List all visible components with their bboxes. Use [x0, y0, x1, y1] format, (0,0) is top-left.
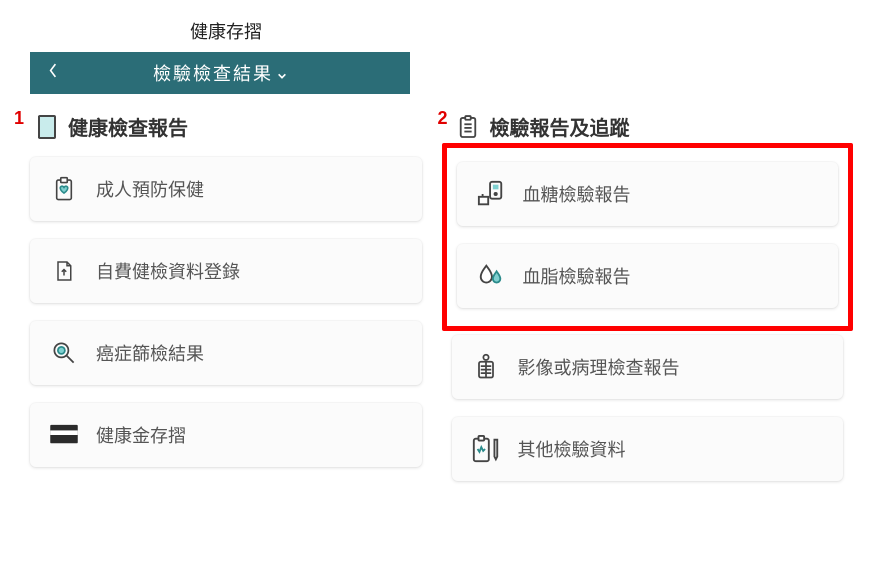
card-adult-preventive[interactable]: 成人預防保健	[30, 157, 422, 221]
file-upload-icon	[48, 256, 80, 286]
back-chevron-icon[interactable]	[48, 63, 58, 84]
left-section-header: 健康檢查報告	[30, 112, 422, 141]
card-label: 癌症篩檢結果	[96, 340, 204, 366]
blood-drops-icon	[475, 261, 507, 291]
highlight-box: 血糖檢驗報告 血脂檢驗報告	[442, 143, 854, 331]
card-blood-lipid-report[interactable]: 血脂檢驗報告	[457, 244, 839, 308]
right-header-label: 檢驗報告及追蹤	[490, 112, 630, 141]
glucose-meter-icon	[475, 179, 507, 209]
nav-dropdown[interactable]: 檢驗檢查結果	[30, 60, 410, 86]
card-label: 健康金存摺	[96, 422, 186, 448]
clipboard-heart-icon	[48, 174, 80, 204]
left-column: 1 健康檢查報告 成人預防保健	[30, 112, 422, 499]
card-label: 血脂檢驗報告	[523, 263, 631, 289]
passbook-card-icon	[48, 420, 80, 450]
card-blood-sugar-report[interactable]: 血糖檢驗報告	[457, 162, 839, 226]
card-health-passbook[interactable]: 健康金存摺	[30, 403, 422, 467]
magnifier-virus-icon	[48, 338, 80, 368]
annotation-1: 1	[14, 108, 24, 129]
report-book-icon	[36, 114, 58, 140]
card-label: 影像或病理檢查報告	[518, 354, 680, 380]
app-title: 健康存摺	[30, 10, 843, 52]
chevron-down-icon	[277, 68, 287, 78]
clipboard-pen-icon	[470, 434, 502, 464]
card-label: 其他檢驗資料	[518, 436, 626, 462]
clipboard-list-icon	[458, 114, 480, 140]
nav-title: 檢驗檢查結果	[153, 60, 273, 86]
right-section-header: 檢驗報告及追蹤	[452, 112, 844, 141]
card-cancer-screening[interactable]: 癌症篩檢結果	[30, 321, 422, 385]
card-label: 自費健檢資料登錄	[96, 258, 240, 284]
left-header-label: 健康檢查報告	[68, 112, 188, 141]
xray-torso-icon	[470, 352, 502, 382]
card-imaging-pathology-report[interactable]: 影像或病理檢查報告	[452, 335, 844, 399]
card-label: 血糖檢驗報告	[523, 181, 631, 207]
card-other-test-data[interactable]: 其他檢驗資料	[452, 417, 844, 481]
card-label: 成人預防保健	[96, 176, 204, 202]
annotation-2: 2	[438, 108, 448, 129]
card-self-pay-register[interactable]: 自費健檢資料登錄	[30, 239, 422, 303]
right-column: 2 檢驗報告及追蹤	[452, 112, 844, 499]
nav-bar: 檢驗檢查結果	[30, 52, 410, 94]
